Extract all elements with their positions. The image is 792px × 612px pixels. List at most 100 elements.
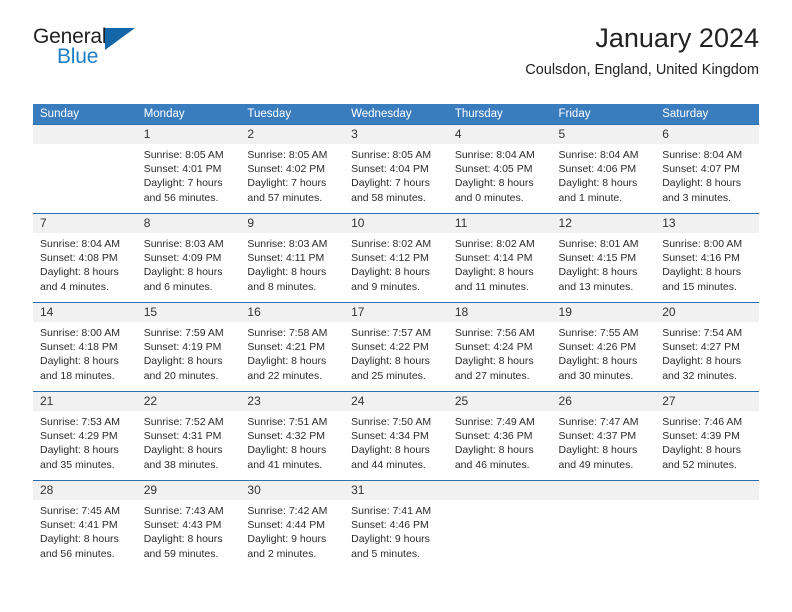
day-sunset-line: Sunset: 4:46 PM <box>351 519 429 532</box>
calendar-day-cell[interactable]: 26 Sunrise: 7:47 AM Sunset: 4:37 PM Dayligh… <box>551 391 656 481</box>
day-sunrise-line: Sunrise: 7:52 AM <box>143 416 224 428</box>
day-cell-inner: 9 Sunrise: 8:03 AM Sunset: 4:11 PM Daylight… <box>240 214 345 302</box>
day-number: 20 <box>655 303 759 322</box>
day-sunrise-line: Sunrise: 7:43 AM <box>143 505 224 517</box>
calendar-day-cell[interactable]: 5 Sunrise: 8:04 AM Sunset: 4:06 PM Daylight… <box>551 124 656 214</box>
day-daylight-line: and 4 minutes. <box>40 280 109 293</box>
logo-text-general: General <box>33 25 107 48</box>
day-number: 30 <box>240 481 345 500</box>
day-cell-inner: 8 Sunrise: 8:03 AM Sunset: 4:09 PM Daylight… <box>136 214 241 302</box>
day-daylight-line: and 8 minutes. <box>247 280 317 293</box>
calendar-day-cell[interactable]: 1 Sunrise: 8:05 AM Sunset: 4:01 PM Daylight… <box>136 124 241 214</box>
calendar-week-row: 7 Sunrise: 8:04 AM Sunset: 4:08 PM Daylight… <box>33 213 759 303</box>
day-daylight-line: Daylight: 8 hours <box>40 266 119 279</box>
day-cell-inner: 28 Sunrise: 7:45 AM Sunset: 4:41 PM Dayligh… <box>33 481 137 569</box>
calendar-day-cell[interactable]: 12 Sunrise: 8:01 AM Sunset: 4:15 PM Dayligh… <box>551 213 656 303</box>
calendar-day-cell[interactable]: 8 Sunrise: 8:03 AM Sunset: 4:09 PM Daylight… <box>136 213 241 303</box>
day-daylight-line: and 13 minutes. <box>558 280 634 293</box>
month-calendar-grid: Sunday Monday Tuesday Wednesday Thursday… <box>33 104 759 569</box>
calendar-day-cell[interactable]: 6 Sunrise: 8:04 AM Sunset: 4:07 PM Daylight… <box>655 124 759 214</box>
calendar-day-cell[interactable]: 2 Sunrise: 8:05 AM Sunset: 4:02 PM Daylight… <box>240 124 345 214</box>
calendar-day-cell[interactable]: 20 Sunrise: 7:54 AM Sunset: 4:27 PM Dayligh… <box>655 302 759 392</box>
day-sunrise-line: Sunrise: 7:51 AM <box>247 416 328 428</box>
day-number <box>33 125 137 144</box>
calendar-day-cell[interactable]: 13 Sunrise: 8:00 AM Sunset: 4:16 PM Dayligh… <box>655 213 759 303</box>
calendar-day-cell[interactable]: 22 Sunrise: 7:52 AM Sunset: 4:31 PM Dayligh… <box>136 391 241 481</box>
day-number: 16 <box>240 303 345 322</box>
day-daylight-line: Daylight: 9 hours <box>351 533 430 546</box>
day-cell-inner: 3 Sunrise: 8:05 AM Sunset: 4:04 PM Daylight… <box>344 125 448 213</box>
day-sunset-line: Sunset: 4:36 PM <box>454 430 533 443</box>
day-number: 2 <box>240 125 345 144</box>
calendar-day-cell[interactable]: 21 Sunrise: 7:53 AM Sunset: 4:29 PM Dayligh… <box>33 391 137 481</box>
day-daylight-line: Daylight: 8 hours <box>247 444 327 457</box>
day-daylight-line: and 27 minutes. <box>454 369 530 382</box>
calendar-day-cell[interactable]: 27 Sunrise: 7:46 AM Sunset: 4:39 PM Dayligh… <box>655 391 759 481</box>
day-sunset-line: Sunset: 4:32 PM <box>247 430 326 443</box>
calendar-day-cell[interactable]: 23 Sunrise: 7:51 AM Sunset: 4:32 PM Dayligh… <box>240 391 345 481</box>
calendar-day-cell[interactable]: 9 Sunrise: 8:03 AM Sunset: 4:11 PM Daylight… <box>240 213 345 303</box>
day-daylight-line: and 44 minutes. <box>351 458 426 471</box>
calendar-day-cell[interactable]: 10 Sunrise: 8:02 AM Sunset: 4:12 PM Dayligh… <box>344 213 448 303</box>
calendar-empty-cell <box>33 124 137 214</box>
day-number: 11 <box>447 214 552 233</box>
day-daylight-line: Daylight: 8 hours <box>454 444 534 457</box>
day-sunrise-line: Sunrise: 8:05 AM <box>247 149 328 161</box>
day-number: 8 <box>136 214 241 233</box>
day-sunrise-line: Sunrise: 8:05 AM <box>351 149 432 161</box>
day-daylight-line: Daylight: 8 hours <box>558 177 638 190</box>
calendar-day-cell[interactable]: 19 Sunrise: 7:55 AM Sunset: 4:26 PM Dayligh… <box>551 302 656 392</box>
calendar-day-cell[interactable]: 11 Sunrise: 8:02 AM Sunset: 4:14 PM Dayligh… <box>447 213 552 303</box>
calendar-day-cell[interactable]: 15 Sunrise: 7:59 AM Sunset: 4:19 PM Dayligh… <box>136 302 241 392</box>
day-sun-info: Sunrise: 7:57 AM Sunset: 4:22 PM Daylight:… <box>344 322 448 383</box>
day-number: 17 <box>344 303 448 322</box>
day-cell-inner: 18 Sunrise: 7:56 AM Sunset: 4:24 PM Dayligh… <box>447 303 552 391</box>
day-number: 18 <box>447 303 552 322</box>
day-daylight-line: and 32 minutes. <box>662 369 737 382</box>
calendar-day-cell[interactable]: 3 Sunrise: 8:05 AM Sunset: 4:04 PM Daylight… <box>344 124 448 214</box>
day-sunset-line: Sunset: 4:12 PM <box>351 252 429 265</box>
calendar-day-cell[interactable]: 16 Sunrise: 7:58 AM Sunset: 4:21 PM Dayligh… <box>240 302 345 392</box>
day-cell-inner: 15 Sunrise: 7:59 AM Sunset: 4:19 PM Dayligh… <box>136 303 241 391</box>
calendar-day-cell[interactable]: 17 Sunrise: 7:57 AM Sunset: 4:22 PM Dayligh… <box>344 302 448 392</box>
calendar-day-cell[interactable]: 14 Sunrise: 8:00 AM Sunset: 4:18 PM Dayligh… <box>33 302 137 392</box>
day-daylight-line: and 15 minutes. <box>662 280 737 293</box>
day-sun-info <box>33 144 137 148</box>
day-number <box>551 481 656 500</box>
day-daylight-line: Daylight: 8 hours <box>351 444 430 457</box>
day-sunrise-line: Sunrise: 8:03 AM <box>247 238 328 250</box>
calendar-week-row: 21 Sunrise: 7:53 AM Sunset: 4:29 PM Dayligh… <box>33 391 759 481</box>
calendar-day-cell[interactable]: 28 Sunrise: 7:45 AM Sunset: 4:41 PM Dayligh… <box>33 480 137 569</box>
day-cell-inner: 22 Sunrise: 7:52 AM Sunset: 4:31 PM Dayligh… <box>136 392 241 480</box>
day-daylight-line: Daylight: 8 hours <box>247 355 327 368</box>
page-title: January 2024 <box>595 23 759 53</box>
calendar-day-cell[interactable]: 31 Sunrise: 7:41 AM Sunset: 4:46 PM Dayligh… <box>344 480 448 569</box>
day-number: 10 <box>344 214 448 233</box>
day-sunrise-line: Sunrise: 7:56 AM <box>454 327 535 339</box>
day-sun-info: Sunrise: 7:50 AM Sunset: 4:34 PM Daylight:… <box>344 411 448 472</box>
day-number: 22 <box>136 392 241 411</box>
day-number: 21 <box>33 392 137 411</box>
day-sunrise-line: Sunrise: 7:55 AM <box>558 327 639 339</box>
day-sunrise-line: Sunrise: 8:01 AM <box>558 238 639 250</box>
calendar-day-cell[interactable]: 24 Sunrise: 7:50 AM Sunset: 4:34 PM Dayligh… <box>344 391 448 481</box>
day-sun-info: Sunrise: 8:05 AM Sunset: 4:04 PM Daylight:… <box>344 144 448 205</box>
calendar-day-cell[interactable]: 7 Sunrise: 8:04 AM Sunset: 4:08 PM Daylight… <box>33 213 137 303</box>
calendar-day-cell[interactable]: 18 Sunrise: 7:56 AM Sunset: 4:24 PM Dayligh… <box>447 302 552 392</box>
location-subtitle: Coulsdon, England, United Kingdom <box>525 62 759 78</box>
day-sun-info: Sunrise: 7:56 AM Sunset: 4:24 PM Daylight:… <box>448 322 552 383</box>
generalblue-logo: General Blue <box>33 26 163 74</box>
day-cell-inner: 14 Sunrise: 8:00 AM Sunset: 4:18 PM Dayligh… <box>33 303 137 391</box>
calendar-day-cell[interactable]: 29 Sunrise: 7:43 AM Sunset: 4:43 PM Dayligh… <box>136 480 241 569</box>
day-cell-inner: 26 Sunrise: 7:47 AM Sunset: 4:37 PM Dayligh… <box>551 392 656 480</box>
day-daylight-line: Daylight: 8 hours <box>247 266 327 279</box>
day-sunset-line: Sunset: 4:18 PM <box>40 341 118 354</box>
calendar-day-cell[interactable]: 30 Sunrise: 7:42 AM Sunset: 4:44 PM Dayligh… <box>240 480 345 569</box>
day-number: 19 <box>551 303 656 322</box>
calendar-day-cell[interactable]: 25 Sunrise: 7:49 AM Sunset: 4:36 PM Dayligh… <box>447 391 552 481</box>
day-sunset-line: Sunset: 4:08 PM <box>40 252 118 265</box>
day-daylight-line: and 3 minutes. <box>662 191 732 204</box>
day-sunset-line: Sunset: 4:05 PM <box>454 163 533 176</box>
weekday-header-wednesday: Wednesday <box>344 104 448 125</box>
calendar-day-cell[interactable]: 4 Sunrise: 8:04 AM Sunset: 4:05 PM Daylight… <box>447 124 552 214</box>
